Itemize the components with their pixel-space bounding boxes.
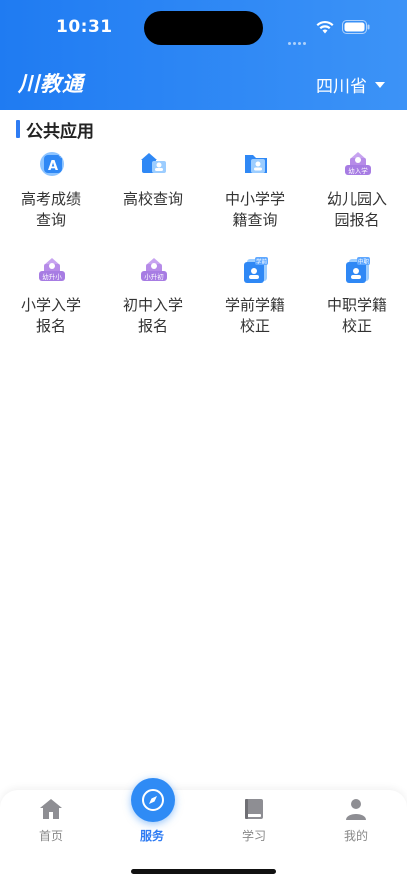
chevron-down-icon [375, 81, 385, 88]
province-selector[interactable]: 四川省 [316, 72, 385, 97]
app-label: 小学入学 报名 [20, 296, 81, 335]
tab-study[interactable]: 学习 [203, 790, 305, 850]
app-label: 初中入学 报名 [122, 296, 183, 335]
icon-badge-text: 小升初 [144, 272, 164, 281]
app-label: 高校查询 [122, 190, 183, 208]
app-logo: 川教通 [18, 71, 84, 96]
battery-icon [342, 20, 370, 34]
tab-label: 我的 [343, 829, 368, 843]
gaokao-score-icon: A + [40, 152, 64, 176]
app-university[interactable]: 高校查询 [102, 147, 204, 237]
app-school-roll[interactable]: 中小学学 籍查询 [204, 147, 306, 237]
school-roll-icon [245, 155, 267, 173]
kindergarten-icon: 幼入学 [345, 152, 371, 175]
app-label: 中小学学 籍查询 [224, 190, 285, 229]
icon-badge-text: 幼升小 [42, 272, 62, 281]
book-icon [245, 799, 263, 819]
tab-label: 服务 [139, 829, 164, 843]
svg-text:A: A [48, 159, 58, 174]
app-vocational-roll[interactable]: 中职 中职学籍 校正 [306, 253, 407, 343]
home-icon [40, 799, 62, 819]
icon-badge-text: 学前 [256, 258, 268, 266]
university-icon [141, 153, 166, 173]
person-icon [346, 799, 366, 820]
province-label: 四川省 [316, 77, 367, 97]
app-label: 高考成绩 查询 [20, 190, 81, 229]
app-label: 幼儿园入 园报名 [326, 190, 387, 229]
dynamic-island [144, 11, 263, 45]
preschool-roll-icon: 学前 [244, 257, 268, 283]
section-title: 公共应用 [16, 119, 94, 142]
section-title-text: 公共应用 [26, 121, 94, 142]
tab-label: 学习 [241, 829, 266, 843]
signal-icon [288, 30, 310, 45]
app-preschool-roll[interactable]: 学前 学前学籍 校正 [204, 253, 306, 343]
compass-icon [142, 789, 164, 811]
section-accent-bar [16, 120, 20, 138]
service-fab[interactable] [131, 778, 175, 822]
tab-mine[interactable]: 我的 [305, 790, 407, 850]
app-label: 学前学籍 校正 [224, 296, 285, 335]
icon-badge-text: 中职 [358, 258, 370, 266]
tab-label: 首页 [38, 829, 63, 843]
wifi-icon [316, 20, 334, 34]
svg-text:+: + [58, 152, 64, 160]
tab-home[interactable]: 首页 [0, 790, 102, 850]
app-header: 10:31 川教通 四川省 [0, 0, 407, 110]
app-primary-enroll[interactable]: 幼升小 小学入学 报名 [0, 253, 102, 343]
status-time: 10:31 [56, 17, 113, 37]
app-kindergarten[interactable]: 幼入学 幼儿园入 园报名 [306, 147, 407, 237]
primary-enroll-icon: 幼升小 [39, 258, 65, 281]
icon-badge-text: 幼入学 [348, 166, 368, 175]
app-gaokao-score[interactable]: A + 高考成绩 查询 [0, 147, 102, 237]
home-indicator [131, 869, 276, 874]
app-label: 中职学籍 校正 [326, 296, 387, 335]
app-middle-enroll[interactable]: 小升初 初中入学 报名 [102, 253, 204, 343]
tab-service[interactable]: 服务 [101, 778, 203, 850]
vocational-roll-icon: 中职 [346, 257, 370, 283]
middle-enroll-icon: 小升初 [141, 258, 167, 281]
